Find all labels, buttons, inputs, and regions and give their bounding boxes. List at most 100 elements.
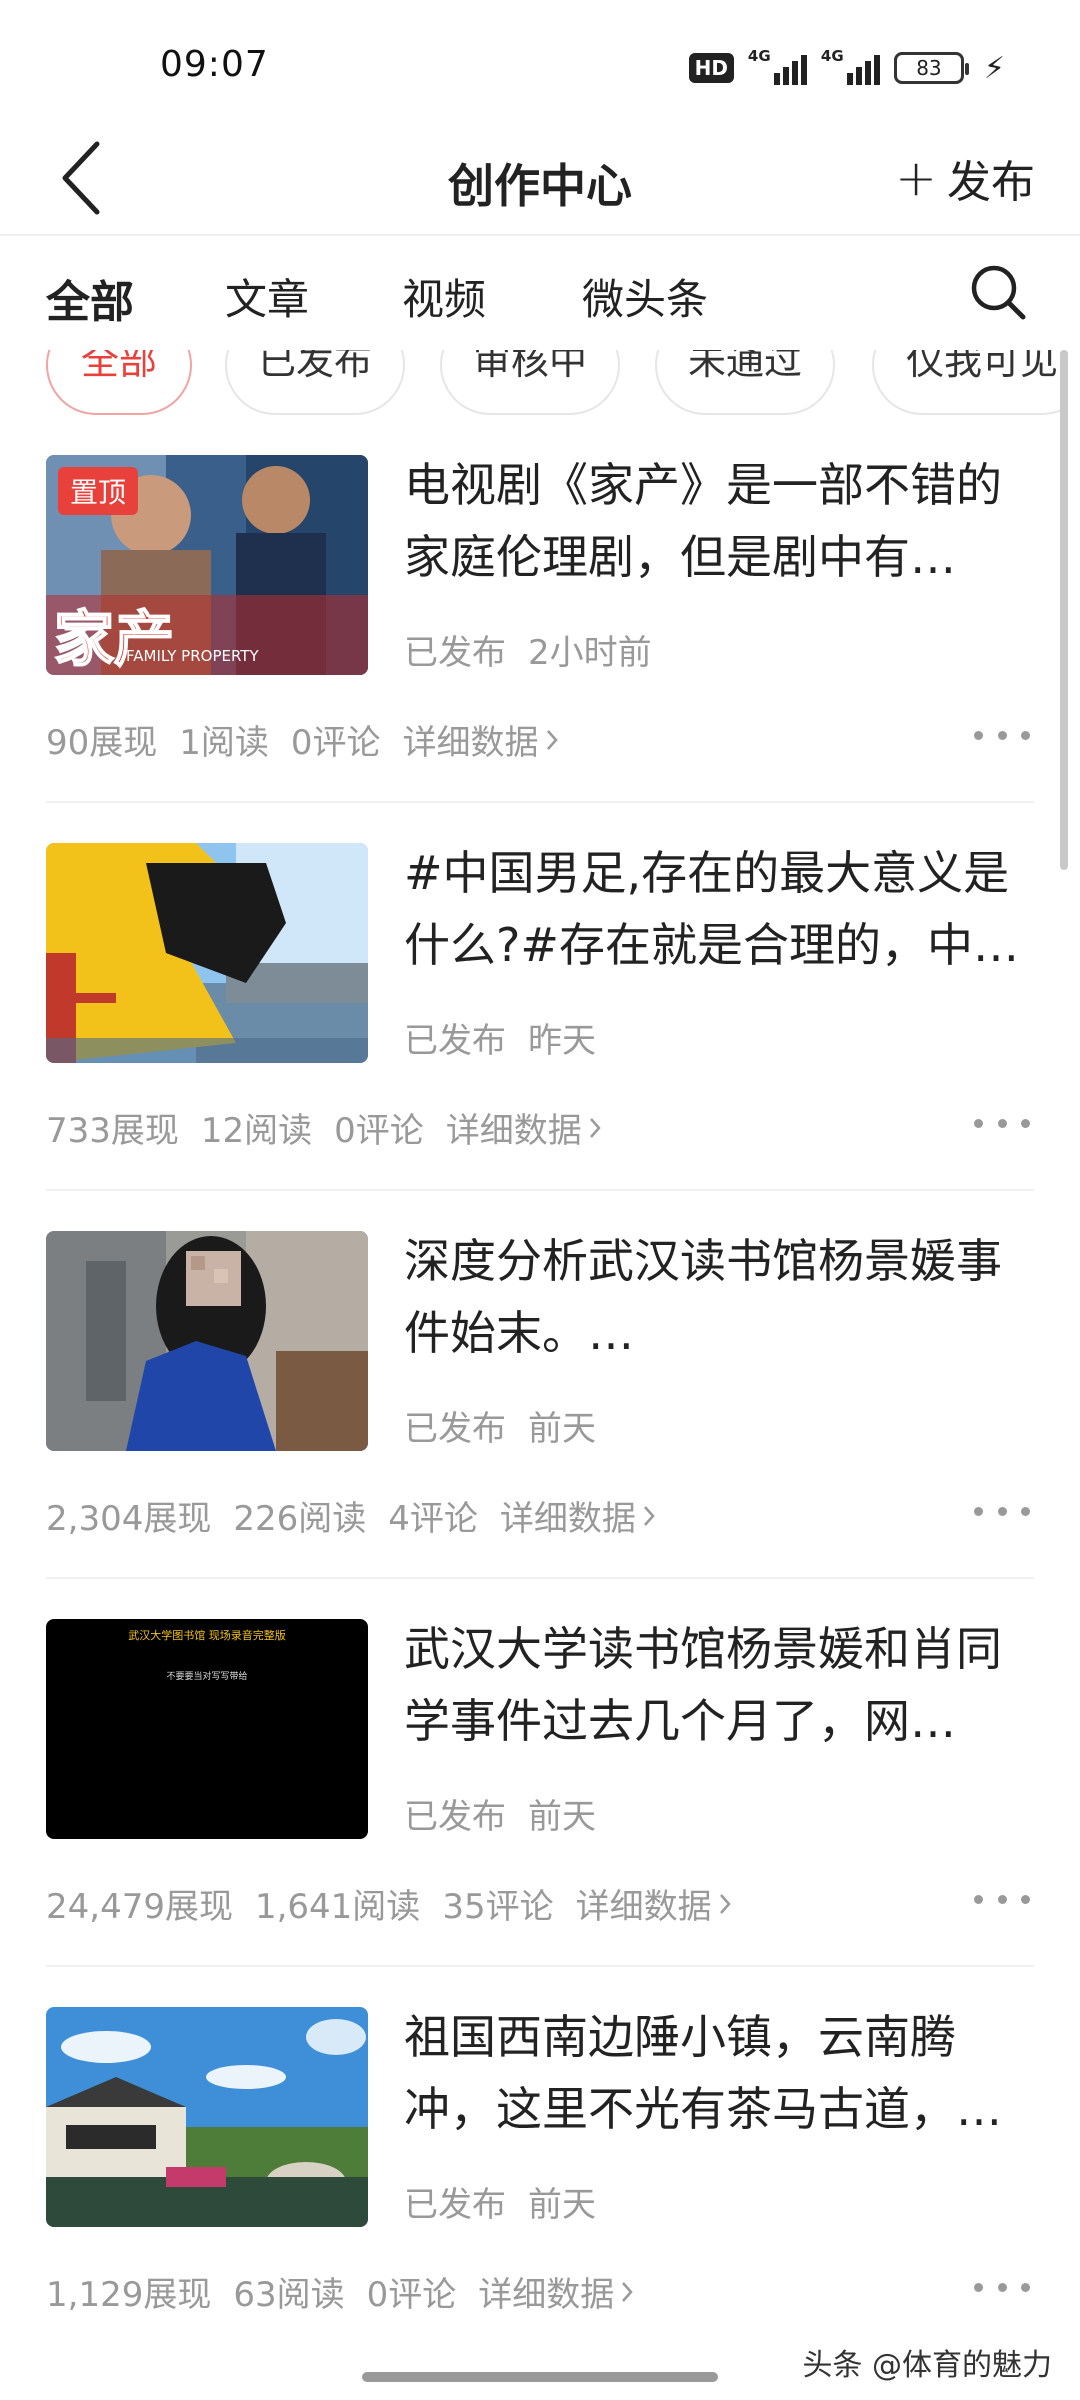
item-meta: 已发布 2小时前 (404, 625, 652, 674)
header: 创作中心 + 发布 (0, 120, 1080, 236)
list-item[interactable]: 深度分析武汉读书馆杨景媛事件始末。… 已发布 前天 2,304展现 226阅读 … (0, 1191, 1080, 1579)
item-stats: 1,129展现 63阅读 0评论 详细数据 (46, 2267, 634, 2316)
thumbnail-image[interactable] (46, 1231, 368, 1451)
status-time: 09:07 (160, 44, 269, 85)
detail-data-label: 详细数据 (402, 723, 539, 763)
item-title[interactable]: 武汉大学读书馆杨景媛和肖同学事件过去几个月了，网… (404, 1613, 1034, 1757)
detail-data-link[interactable]: 详细数据 (403, 715, 559, 764)
thumbnail-subtitle: 不要要当对写写带给 (166, 1670, 247, 1682)
dot (1021, 2282, 1030, 2292)
impressions-count: 90展现 (46, 723, 158, 763)
item-stats: 2,304展现 226阅读 4评论 详细数据 (46, 1491, 656, 1540)
plus-icon: + (895, 149, 937, 207)
detail-data-link[interactable]: 详细数据 (478, 2267, 634, 2316)
thumbnail-image[interactable] (46, 2007, 368, 2227)
item-title[interactable]: 电视剧《家产》是一部不错的家庭伦理剧，但是剧中有… (404, 449, 1034, 593)
publish-time: 昨天 (528, 1021, 596, 1061)
chevron-right-icon (546, 729, 558, 750)
signal-icon-2: 4G (821, 47, 880, 85)
content-type-tabs: 全部 文章 视频 微头条 (0, 238, 1080, 350)
dot (974, 730, 983, 740)
item-meta: 已发布 前天 (404, 1789, 596, 1838)
tab-videos[interactable]: 视频 (402, 266, 486, 327)
detail-data-link[interactable]: 详细数据 (576, 1879, 732, 1928)
detail-data-label: 详细数据 (478, 2275, 615, 2315)
charging-icon: ⚡ (983, 50, 1005, 86)
publish-button[interactable]: + 发布 (895, 146, 1035, 210)
more-options-button[interactable] (974, 1879, 1030, 1919)
filter-private[interactable]: 仅我可见 (872, 350, 1060, 415)
tab-all[interactable]: 全部 (46, 266, 134, 330)
chevron-right-icon (622, 2281, 633, 2302)
publish-time: 前天 (528, 2185, 596, 2225)
impressions-count: 1,129展现 (46, 2275, 212, 2315)
dot (974, 1118, 983, 1128)
dot (997, 1118, 1007, 1128)
detail-data-label: 详细数据 (499, 1499, 636, 1539)
publish-time: 前天 (528, 1797, 596, 1837)
publish-label: 发布 (947, 157, 1035, 208)
item-meta: 已发布 前天 (404, 2177, 596, 2226)
more-options-button[interactable] (974, 1103, 1030, 1143)
filter-reviewing[interactable]: 审核中 (440, 350, 620, 415)
reads-count: 1,641阅读 (254, 1887, 421, 1927)
dot (997, 2282, 1007, 2292)
comments-count: 0评论 (334, 1111, 424, 1151)
list-item[interactable]: 武汉大学图书馆 现场录音完整版 不要要当对写写带给 武汉大学读书馆杨景媛和肖同学… (0, 1579, 1080, 1967)
status-label: 已发布 (404, 633, 506, 673)
dot (974, 1506, 983, 1516)
dot (1021, 1894, 1030, 1904)
item-title[interactable]: 深度分析武汉读书馆杨景媛事件始末。… (404, 1225, 1034, 1369)
dot (974, 2282, 983, 2292)
pinned-badge: 置顶 (58, 467, 139, 515)
comments-count: 35评论 (442, 1887, 554, 1927)
status-bar: 09:07 HD 4G 4G 83 ⚡ (0, 0, 1080, 120)
thumbnail-image[interactable]: 武汉大学图书馆 现场录音完整版 不要要当对写写带给 (46, 1619, 368, 1839)
more-options-button[interactable] (974, 2267, 1030, 2307)
filter-all[interactable]: 全部 (46, 350, 192, 415)
tab-articles[interactable]: 文章 (225, 266, 309, 327)
thumbnail-image[interactable] (46, 843, 368, 1063)
list-item[interactable]: 家产 FAMILY PROPERTY 置顶 电视剧《家产》是一部不错的家庭伦理剧… (0, 415, 1080, 803)
list-item[interactable]: 祖国西南边陲小镇，云南腾冲，这里不光有茶马古道，… 已发布 前天 1,129展现… (0, 1967, 1080, 2355)
filter-published[interactable]: 已发布 (225, 350, 405, 415)
signal-icon: 4G (748, 47, 807, 85)
dot (1021, 1506, 1030, 1516)
publish-time: 2小时前 (528, 633, 652, 673)
dot (1021, 730, 1030, 740)
reads-count: 1阅读 (179, 723, 269, 763)
chevron-right-icon (589, 1117, 601, 1138)
comments-count: 0评论 (366, 2275, 457, 2315)
reads-count: 12阅读 (200, 1111, 313, 1151)
filter-rejected[interactable]: 未通过 (655, 350, 835, 415)
search-icon (971, 265, 1026, 320)
dot (997, 730, 1007, 740)
more-options-button[interactable] (974, 1491, 1030, 1531)
reads-count: 226阅读 (233, 1499, 367, 1539)
comments-count: 0评论 (290, 723, 381, 763)
dot (1021, 1118, 1030, 1128)
tab-micro-posts[interactable]: 微头条 (582, 266, 708, 327)
thumbnail-image[interactable]: 家产 FAMILY PROPERTY 置顶 (46, 455, 368, 675)
detail-data-link[interactable]: 详细数据 (446, 1103, 602, 1152)
impressions-count: 24,479展现 (46, 1887, 233, 1927)
item-title[interactable]: #中国男足,存在的最大意义是什么?#存在就是合理的，中… (404, 837, 1034, 981)
signal-label: 4G (747, 47, 771, 65)
status-filter-chips: 全部 已发布 审核中 未通过 仅我可见 (0, 350, 1060, 415)
detail-data-link[interactable]: 详细数据 (500, 1491, 656, 1540)
detail-data-label: 详细数据 (445, 1111, 582, 1151)
item-stats: 24,479展现 1,641阅读 35评论 详细数据 (46, 1879, 732, 1928)
list-item[interactable]: #中国男足,存在的最大意义是什么?#存在就是合理的，中… 已发布 昨天 733展… (0, 803, 1080, 1191)
item-stats: 90展现 1阅读 0评论 详细数据 (46, 715, 559, 764)
home-indicator[interactable] (362, 2372, 718, 2382)
dot (997, 1506, 1007, 1516)
status-label: 已发布 (404, 2185, 506, 2225)
status-label: 已发布 (404, 1797, 506, 1837)
impressions-count: 2,304展现 (46, 1499, 212, 1539)
search-button[interactable] (968, 262, 1028, 322)
item-meta: 已发布 昨天 (404, 1013, 596, 1062)
more-options-button[interactable] (974, 715, 1030, 755)
hd-icon: HD (688, 53, 734, 83)
battery-level: 83 (916, 56, 942, 80)
item-title[interactable]: 祖国西南边陲小镇，云南腾冲，这里不光有茶马古道，… (404, 2001, 1034, 2145)
